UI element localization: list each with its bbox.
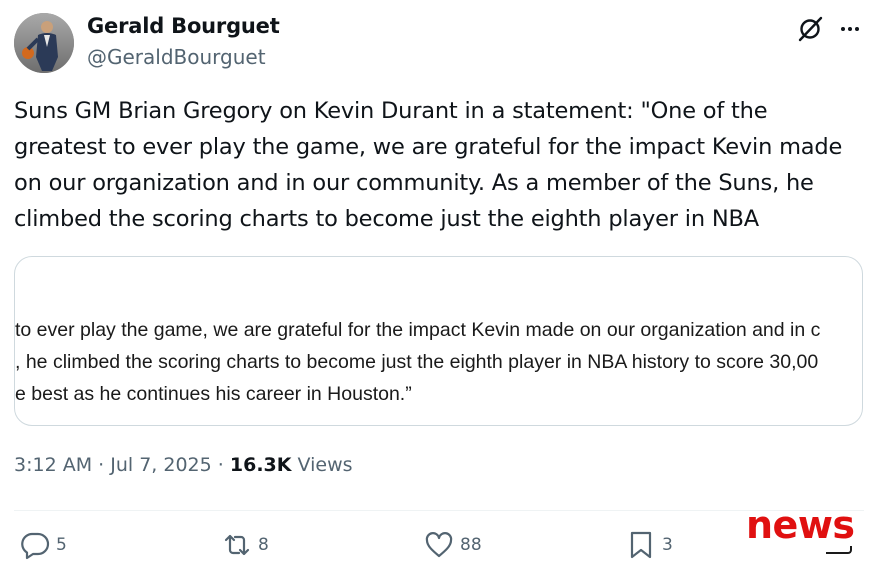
tweet-date[interactable]: Jul 7, 2025 — [110, 454, 212, 476]
heart-icon — [425, 532, 453, 558]
views-count: 16.3K — [229, 454, 292, 476]
statement-line: , he climbed the scoring charts to becom… — [15, 351, 819, 373]
bookmark-count: 3 — [662, 535, 673, 555]
author-handle[interactable]: @GeraldBourguet — [87, 45, 266, 69]
repost-button[interactable]: 8 — [222, 530, 269, 560]
statement-image[interactable]: to ever play the game, we are grateful f… — [14, 256, 863, 426]
tweet-text: Suns GM Brian Gregory on Kevin Durant in… — [14, 98, 843, 232]
repost-icon — [224, 534, 250, 556]
reply-icon — [21, 532, 50, 560]
reply-button[interactable]: 5 — [20, 530, 67, 560]
more-icon[interactable] — [838, 17, 862, 41]
avatar[interactable] — [14, 13, 74, 73]
avatar-image — [14, 13, 74, 73]
views-label: Views — [297, 454, 353, 476]
statement-line: e best as he continues his career in Hou… — [15, 383, 412, 405]
meta-separator: · — [217, 454, 230, 476]
grok-icon[interactable] — [796, 15, 824, 43]
divider — [14, 510, 864, 511]
repost-count: 8 — [258, 535, 269, 555]
like-button[interactable]: 88 — [424, 530, 482, 560]
meta-separator: · — [98, 454, 111, 476]
like-count: 88 — [460, 535, 482, 555]
bookmark-button[interactable]: 3 — [626, 530, 673, 560]
author-display-name[interactable]: Gerald Bourguet — [87, 14, 280, 38]
reply-count: 5 — [56, 535, 67, 555]
watermark-underline — [826, 546, 852, 554]
news-watermark: news — [746, 503, 855, 547]
bookmark-icon — [630, 531, 652, 559]
tweet-time[interactable]: 3:12 AM — [14, 454, 92, 476]
statement-line: to ever play the game, we are grateful f… — [15, 319, 821, 341]
tweet-meta: 3:12 AM · Jul 7, 2025 · 16.3K Views — [14, 454, 353, 476]
